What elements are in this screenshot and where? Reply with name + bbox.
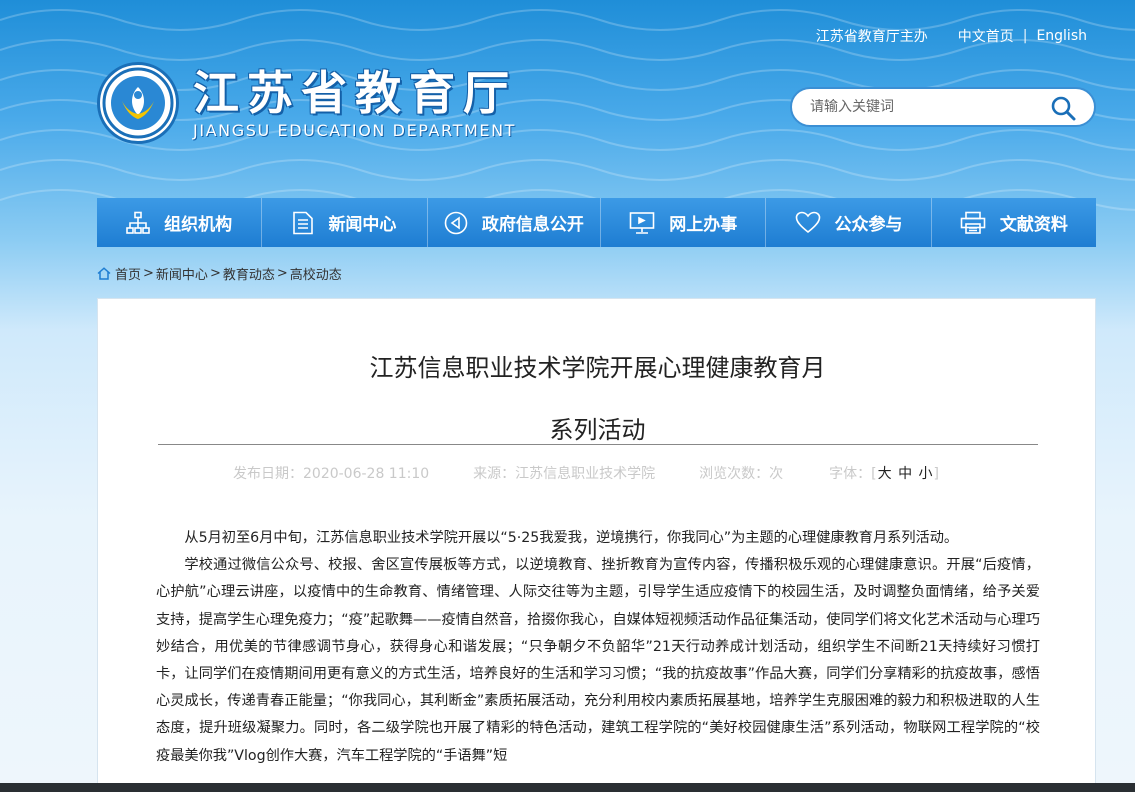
breadcrumb-item-univ[interactable]: 高校动态 <box>290 264 342 283</box>
font-size-close: ] <box>933 466 940 482</box>
breadcrumb-home[interactable]: 首页 <box>115 264 141 283</box>
font-large-button[interactable]: 大 <box>878 466 892 482</box>
nav-item-docs[interactable]: 文献资料 <box>932 198 1096 247</box>
nav-item-label: 网上办事 <box>669 215 738 235</box>
org-chart-icon <box>126 211 150 234</box>
font-size-control: 字体：[大 中 小] <box>829 463 939 483</box>
publish-date: 发布日期：2020-06-28 11:10 <box>233 466 430 482</box>
search-icon <box>1051 96 1076 121</box>
article-paragraph: 从5月初至6月中旬，江苏信息职业技术学院开展以“5·25我爱我，逆境携行，你我同… <box>184 530 959 546</box>
nav-item-label: 新闻中心 <box>328 215 397 235</box>
lang-separator: | <box>1022 28 1028 44</box>
english-link[interactable]: English <box>1036 28 1087 44</box>
search-input[interactable] <box>810 99 1050 115</box>
nav-item-online-service[interactable]: 网上办事 <box>601 198 767 247</box>
view-count: 浏览次数：次 <box>699 466 784 482</box>
monitor-icon <box>629 211 655 234</box>
article-title: 江苏信息职业技术学院开展心理健康教育月 系列活动 <box>98 337 1097 461</box>
chinese-home-link[interactable]: 中文首页 <box>958 26 1014 46</box>
nav-item-org[interactable]: 组织机构 <box>97 198 263 247</box>
breadcrumb-item-edu[interactable]: 教育动态 <box>223 264 275 283</box>
nav-item-public[interactable]: 公众参与 <box>766 198 932 247</box>
nav-item-label: 组织机构 <box>164 215 233 235</box>
article-paragraph: 学校通过微信公众号、校报、舍区宣传展板等方式，以逆境教育、挫折教育为宣传内容，传… <box>156 557 1040 764</box>
article-title-line2: 系列活动 <box>549 416 646 444</box>
article-panel: 江苏信息职业技术学院开展心理健康教育月 系列活动 发布日期：2020-06-28… <box>97 298 1096 792</box>
article-meta: 发布日期：2020-06-28 11:10 来源：江苏信息职业技术学院 浏览次数… <box>233 463 973 483</box>
document-icon <box>293 211 314 234</box>
search-box <box>790 87 1096 127</box>
article-source: 来源：江苏信息职业技术学院 <box>473 466 656 482</box>
title-divider <box>158 444 1038 445</box>
breadcrumb-sep: > <box>143 266 154 281</box>
breadcrumb-sep: > <box>209 266 221 281</box>
top-links: 江苏省教育厅主办 中文首页 | English <box>816 26 1087 46</box>
font-size-label: 字体：[ <box>829 466 877 482</box>
bottom-bar <box>0 783 1135 792</box>
font-medium-button[interactable]: 中 <box>898 466 912 482</box>
printer-icon <box>960 211 986 234</box>
logo-title-cn: 江苏省教育厅 <box>193 65 517 120</box>
nav-item-gov-info[interactable]: 政府信息公开 <box>428 198 602 247</box>
nav-item-news[interactable]: 新闻中心 <box>262 198 428 247</box>
search-button[interactable] <box>1050 95 1076 121</box>
emblem-icon <box>97 62 179 144</box>
megaphone-icon <box>444 211 468 234</box>
breadcrumb: 首页 > 新闻中心 > 教育动态 > 高校动态 <box>97 264 342 283</box>
breadcrumb-item-news[interactable]: 新闻中心 <box>156 264 208 283</box>
article-title-line1: 江苏信息职业技术学院开展心理健康教育月 <box>369 354 826 382</box>
article-body: 从5月初至6月中旬，江苏信息职业技术学院开展以“5·25我爱我，逆境携行，你我同… <box>156 525 1040 770</box>
breadcrumb-sep: > <box>276 266 288 281</box>
heart-icon <box>795 211 820 233</box>
site-logo[interactable]: 江苏省教育厅 JIANGSU EDUCATION DEPARTMENT <box>97 62 517 144</box>
nav-item-label: 文献资料 <box>999 215 1068 235</box>
home-icon <box>97 267 111 280</box>
nav-item-label: 政府信息公开 <box>481 215 584 235</box>
main-nav: 组织机构 新闻中心 政府信息公开 网上办事 公众参与 文献资料 <box>97 198 1096 247</box>
sponsor-text: 江苏省教育厅主办 <box>815 29 928 45</box>
nav-item-label: 公众参与 <box>834 215 903 235</box>
logo-title-en: JIANGSU EDUCATION DEPARTMENT <box>193 120 517 140</box>
font-small-button[interactable]: 小 <box>919 466 933 482</box>
